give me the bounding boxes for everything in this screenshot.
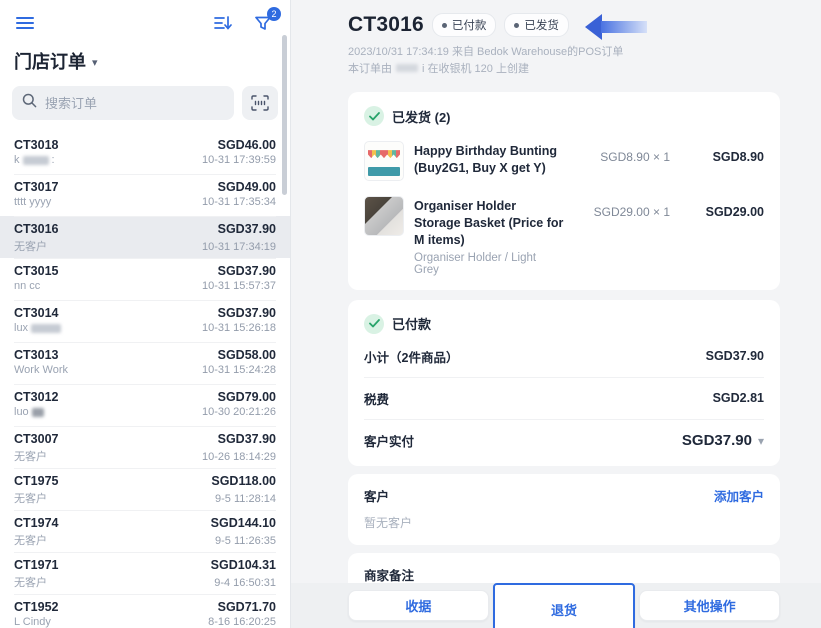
order-row-CT1975[interactable]: CT1975SGD118.00 无客户9-5 11:28:14 — [0, 468, 290, 510]
annotation-arrow-icon — [585, 14, 649, 40]
search-icon — [22, 93, 37, 113]
menu-icon[interactable] — [14, 12, 36, 34]
subtotal-row: 小计（2件商品） SGD37.90 — [364, 336, 764, 378]
unit-price: SGD8.90 × 1 — [574, 141, 670, 164]
filter-icon[interactable]: 2 — [252, 12, 274, 34]
order-row-CT3018[interactable]: CT3018SGD46.00 k:10-31 17:39:59 — [0, 132, 290, 174]
order-row-CT3016-selected[interactable]: CT3016SGD37.90 无客户10-31 17:34:19 — [0, 216, 290, 258]
order-list: CT3018SGD46.00 k:10-31 17:39:59 CT3017SG… — [0, 132, 290, 628]
unit-price: SGD29.00 × 1 — [574, 196, 670, 219]
product-name: Happy Birthday Bunting (Buy2G1, Buy X ge… — [414, 143, 564, 177]
fulfillment-status-label: 已发货 (2) — [392, 107, 451, 126]
line-item: Organiser Holder Storage Basket (Price f… — [364, 196, 764, 276]
customer-section-title: 客户 — [364, 486, 389, 505]
tax-row: 税费 SGD2.81 — [364, 378, 764, 420]
receipt-button[interactable]: 收据 — [348, 590, 489, 621]
sidebar-scrollbar[interactable] — [282, 35, 287, 195]
order-creator-line: 本订单由i 在收银机 120 上创建 — [348, 61, 780, 78]
orders-list-title[interactable]: 门店订单 ▾ — [0, 38, 290, 86]
order-row-CT1974[interactable]: CT1974SGD144.10 无客户9-5 11:26:35 — [0, 510, 290, 552]
fulfilled-status-badge: 已发货 — [504, 13, 569, 37]
refund-button[interactable]: 退货 — [493, 583, 636, 628]
order-row-CT3013[interactable]: CT3013SGD58.00 Work Work10-31 15:24:28 — [0, 342, 290, 384]
product-variant: Organiser Holder / Light Grey — [414, 252, 564, 276]
order-row-CT3017[interactable]: CT3017SGD49.00 tttt yyyy10-31 17:35:34 — [0, 174, 290, 216]
sort-icon[interactable] — [212, 12, 234, 34]
pos-orders-app: 2 门店订单 ▾ CT3018SGD46.00 k:10-31 — [0, 0, 821, 628]
customer-card: 客户 添加客户 暂无客户 — [348, 474, 780, 545]
order-row-CT3015[interactable]: CT3015SGD37.90 nn cc10-31 15:57:37 — [0, 258, 290, 300]
fulfillment-card: 已发货 (2) Happy Birthday Bunting (Buy2G1, … — [348, 92, 780, 290]
redacted-text — [396, 64, 418, 72]
chevron-down-icon: ▾ — [758, 434, 764, 448]
barcode-scan-icon — [251, 95, 269, 111]
status-dot — [514, 23, 519, 28]
paid-status-badge: 已付款 — [432, 13, 497, 37]
check-circle-icon — [364, 314, 384, 334]
chevron-down-icon: ▾ — [92, 56, 98, 69]
redacted-text — [32, 408, 44, 417]
order-row-CT1971[interactable]: CT1971SGD104.31 无客户9-4 16:50:31 — [0, 552, 290, 594]
order-row-CT3012[interactable]: CT3012SGD79.00 luo10-30 20:21:26 — [0, 384, 290, 426]
filter-count-badge: 2 — [267, 7, 281, 21]
more-actions-button[interactable]: 其他操作 — [639, 590, 780, 621]
line-total: SGD29.00 — [680, 196, 764, 219]
payment-card: 已付款 小计（2件商品） SGD37.90 税费 SGD2.81 客户实付 SG… — [348, 300, 780, 466]
search-input[interactable] — [45, 96, 224, 111]
line-item: Happy Birthday Bunting (Buy2G1, Buy X ge… — [364, 141, 764, 181]
status-dot — [442, 23, 447, 28]
order-id-title: CT3016 — [348, 13, 424, 37]
order-row-CT3014[interactable]: CT3014SGD37.90 lux10-31 15:26:18 — [0, 300, 290, 342]
redacted-text — [23, 156, 49, 165]
order-meta: 2023/10/31 17:34:19 来自 Bedok Warehouse的P… — [348, 44, 780, 78]
payment-status-label: 已付款 — [392, 314, 431, 333]
product-thumbnail — [364, 141, 404, 181]
redacted-text — [31, 324, 61, 333]
note-section-title: 商家备注 — [364, 565, 414, 584]
barcode-scan-button[interactable] — [242, 86, 278, 120]
line-total: SGD8.90 — [680, 141, 764, 164]
product-thumbnail — [364, 196, 404, 236]
order-detail-panel: CT3016 已付款 已发货 2023/10/31 17:34:19 来自 Be… — [291, 0, 821, 628]
order-row-CT3007[interactable]: CT3007SGD37.90 无客户10-26 18:14:29 — [0, 426, 290, 468]
sidebar-toolbar: 2 — [0, 0, 290, 38]
customer-empty-text: 暂无客户 — [364, 514, 764, 531]
check-circle-icon — [364, 106, 384, 126]
order-search — [12, 86, 234, 120]
orders-sidebar: 2 门店订单 ▾ CT3018SGD46.00 k:10-31 — [0, 0, 291, 628]
order-row-CT1952[interactable]: CT1952SGD71.70 L Cindy8-16 16:20:25 — [0, 594, 290, 628]
add-customer-link[interactable]: 添加客户 — [714, 486, 764, 505]
order-created-line: 2023/10/31 17:34:19 来自 Bedok Warehouse的P… — [348, 44, 780, 61]
order-header: CT3016 已付款 已发货 2023/10/31 17:34:19 来自 Be… — [348, 0, 780, 78]
customer-paid-row: 客户实付 SGD37.90 ▾ — [364, 420, 764, 452]
action-footer: 收据 退货 其他操作 — [291, 583, 821, 628]
customer-paid-toggle[interactable]: SGD37.90 ▾ — [682, 432, 764, 449]
product-name: Organiser Holder Storage Basket (Price f… — [414, 198, 564, 249]
